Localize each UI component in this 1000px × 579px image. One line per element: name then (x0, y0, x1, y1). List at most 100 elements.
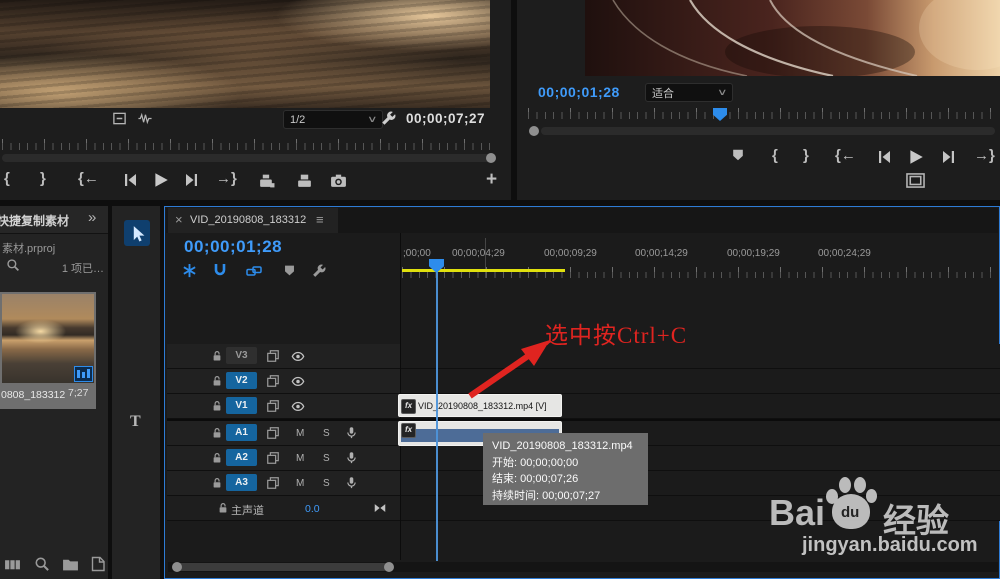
button-editor-add-button[interactable]: + (486, 170, 497, 189)
project-name-label: 素材.prproj (2, 240, 55, 256)
source-video-texture (0, 0, 490, 108)
lock-icon[interactable] (211, 400, 223, 412)
solo-button[interactable]: S (323, 453, 330, 464)
list-view-icon[interactable] (4, 556, 21, 573)
snap-magnet-toggle-icon[interactable] (212, 262, 228, 278)
eye-icon[interactable] (291, 374, 305, 388)
track-header (167, 394, 401, 418)
track-target-v3[interactable]: V3 (226, 347, 257, 364)
drag-audio-only-icon[interactable] (137, 111, 153, 126)
project-item-selected[interactable]: 0808_183312 7;27 (0, 292, 96, 409)
zoom-fit-select[interactable]: 适合 ∨ (645, 83, 733, 102)
program-go-to-out-button[interactable]: →} (974, 148, 995, 163)
source-mark-in-button[interactable]: { (4, 171, 10, 186)
tools-panel: T (112, 206, 160, 579)
source-settings-wrench-icon[interactable] (381, 111, 396, 126)
source-duration-timecode: 00;00;07;27 (406, 111, 485, 126)
new-bin-folder-icon[interactable] (62, 556, 79, 573)
timeline-zoom-handle-left[interactable] (172, 562, 182, 572)
lock-icon[interactable] (211, 427, 223, 439)
program-mark-in-button[interactable]: { (772, 148, 778, 163)
timeline-add-marker-icon[interactable] (283, 264, 296, 277)
source-step-forward-button[interactable] (184, 172, 200, 188)
close-tab-icon[interactable]: × (175, 212, 183, 227)
lock-icon[interactable] (211, 375, 223, 387)
track-target-a3[interactable]: A3 (226, 474, 257, 491)
timeline-ruler-minor (402, 272, 998, 278)
add-marker-button[interactable] (731, 148, 745, 162)
program-play-button[interactable] (907, 148, 925, 166)
sync-lock-icon[interactable] (266, 426, 280, 440)
program-go-to-in-button[interactable]: {← (835, 148, 856, 163)
track-target-a1[interactable]: A1 (226, 424, 257, 441)
track-target-v2[interactable]: V2 (226, 372, 257, 389)
eye-icon[interactable] (291, 399, 305, 413)
mute-button[interactable]: M (296, 453, 304, 464)
new-item-icon[interactable] (90, 556, 106, 572)
premiere-pro-window: 1/2 ∨ 00;00;07;27 { } {← →} + (0, 0, 1000, 579)
sync-lock-icon[interactable] (266, 476, 280, 490)
search-icon[interactable] (6, 258, 20, 272)
timeline-settings-wrench-icon[interactable] (312, 264, 326, 278)
export-frame-camera-icon[interactable] (330, 172, 347, 189)
tooltip-start: 开始: 00;00;00;00 (492, 455, 639, 472)
program-mark-out-button[interactable]: } (803, 148, 809, 163)
timeline-zoom-handle-right[interactable] (384, 562, 394, 572)
playback-resolution-select[interactable]: 1/2 ∨ (283, 110, 383, 129)
panel-menu-icon[interactable]: ≡ (316, 212, 324, 227)
vertical-panel-divider[interactable] (511, 0, 517, 200)
clip-usage-badge[interactable] (74, 366, 93, 382)
program-playhead-marker[interactable] (713, 108, 727, 121)
voiceover-mic-icon[interactable] (345, 426, 358, 439)
voiceover-mic-icon[interactable] (345, 451, 358, 464)
baidu-paw-icon: du (824, 473, 878, 529)
insert-button[interactable] (258, 172, 275, 189)
program-zoom-scrollbar[interactable] (541, 127, 995, 135)
sync-lock-icon[interactable] (266, 374, 280, 388)
lock-icon[interactable] (211, 350, 223, 362)
sync-lock-icon[interactable] (266, 451, 280, 465)
track-target-v1[interactable]: V1 (226, 397, 257, 414)
master-level-value[interactable]: 0.0 (305, 503, 320, 515)
panel-expand-icon[interactable]: » (88, 209, 96, 226)
sync-lock-icon[interactable] (266, 399, 280, 413)
lock-icon[interactable] (211, 477, 223, 489)
tooltip-title: VID_20190808_183312.mp4 (492, 438, 639, 455)
overwrite-button[interactable] (296, 172, 313, 189)
nest-sequences-toggle-icon[interactable] (182, 263, 197, 278)
source-go-to-out-button[interactable]: →} (216, 171, 237, 186)
type-tool[interactable]: T (130, 413, 141, 431)
linked-selection-toggle-icon[interactable] (246, 263, 262, 279)
master-bowtie-fade-icon[interactable] (373, 501, 387, 515)
timeline-tab-label[interactable]: VID_20190808_183312 (190, 214, 306, 226)
work-area-bar[interactable] (402, 269, 565, 272)
source-go-to-in-button[interactable]: {← (78, 171, 99, 186)
source-step-back-button[interactable] (122, 172, 138, 188)
voiceover-mic-icon[interactable] (345, 476, 358, 489)
safe-margins-button[interactable] (905, 170, 926, 191)
program-zoom-scrollbar-handle[interactable] (529, 126, 539, 136)
mute-button[interactable]: M (296, 428, 304, 439)
lock-icon[interactable] (217, 502, 229, 514)
program-step-forward-button[interactable] (941, 149, 957, 165)
source-play-button[interactable] (152, 171, 170, 189)
source-mark-out-button[interactable]: } (40, 171, 46, 186)
source-zoom-scrollbar-handle[interactable] (486, 153, 496, 163)
timeline-hscrollbar-thumb[interactable] (176, 563, 388, 571)
playhead-line[interactable] (436, 259, 438, 561)
zoom-magnifier-icon[interactable] (34, 556, 50, 572)
program-step-back-button[interactable] (876, 149, 892, 165)
source-zoom-scrollbar[interactable] (2, 154, 496, 162)
timeline-playhead-timecode[interactable]: 00;00;01;28 (184, 237, 282, 257)
lock-icon[interactable] (211, 452, 223, 464)
drag-video-only-icon[interactable] (112, 111, 127, 126)
source-timeline-ruler-minor (2, 143, 496, 150)
track-target-a2[interactable]: A2 (226, 449, 257, 466)
solo-button[interactable]: S (323, 428, 330, 439)
eye-icon[interactable] (291, 349, 305, 363)
solo-button[interactable]: S (323, 478, 330, 489)
mute-button[interactable]: M (296, 478, 304, 489)
selection-tool[interactable] (129, 225, 146, 242)
project-panel-tab[interactable]: 快捷复制素材 (0, 212, 85, 229)
sync-lock-icon[interactable] (266, 349, 280, 363)
